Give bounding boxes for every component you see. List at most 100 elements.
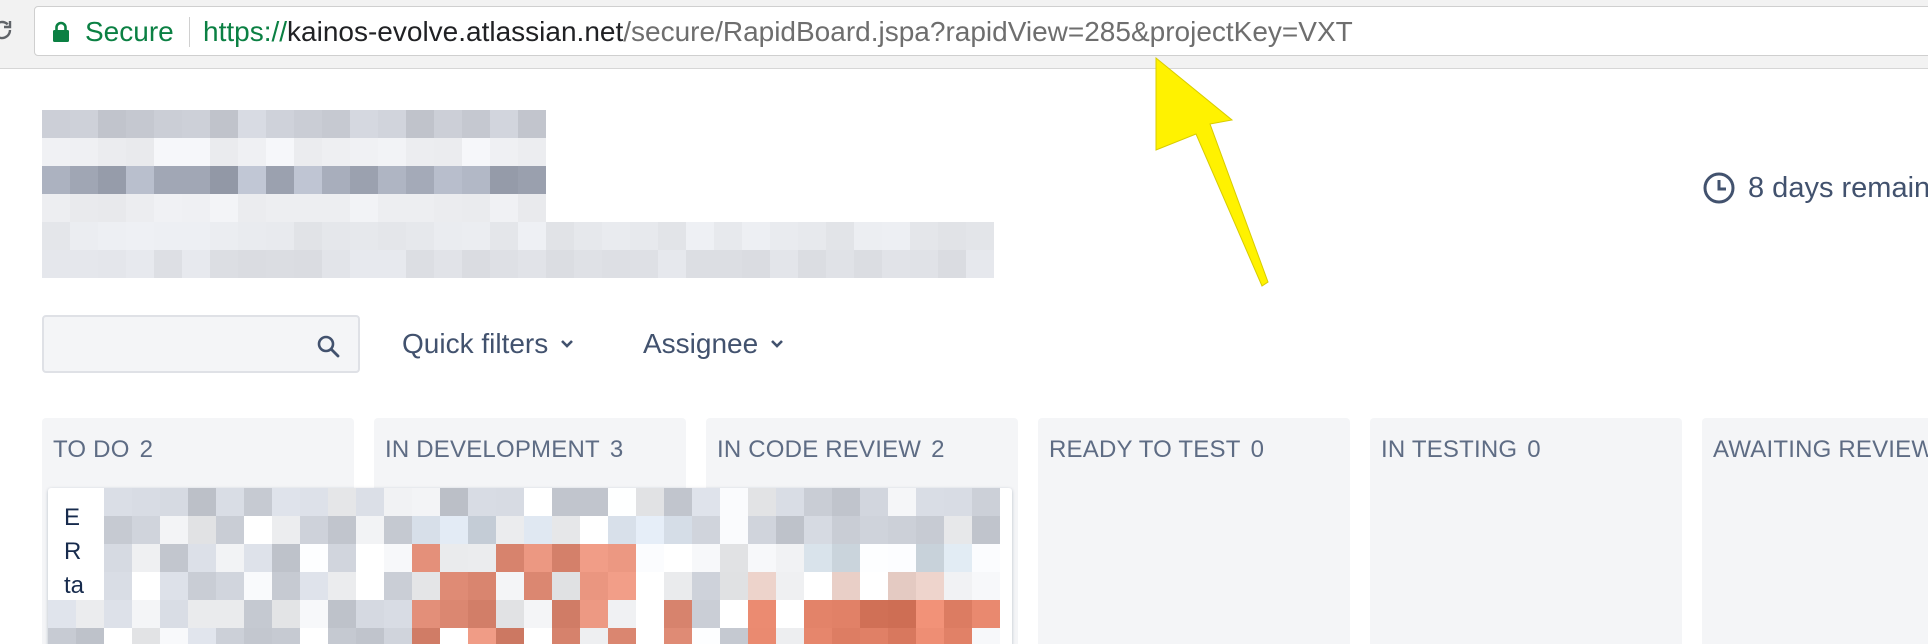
pixel-block bbox=[804, 600, 832, 628]
pixel-block bbox=[468, 516, 496, 544]
pixel-block bbox=[692, 488, 720, 516]
column-count: 3 bbox=[609, 436, 624, 463]
assignee-dropdown[interactable]: Assignee bbox=[643, 320, 784, 368]
pixel-block bbox=[664, 488, 692, 516]
column-title: AWAITING REVIEW bbox=[1713, 436, 1928, 463]
pixel-block bbox=[552, 488, 580, 516]
pixel-block bbox=[42, 194, 70, 222]
pixel-block bbox=[770, 222, 798, 250]
pixel-block bbox=[328, 544, 356, 572]
pixel-block bbox=[496, 628, 524, 644]
pixel-block bbox=[524, 628, 552, 644]
pixel-block bbox=[860, 544, 888, 572]
pixel-block bbox=[350, 138, 378, 166]
pixel-block bbox=[412, 572, 440, 600]
pixel-block bbox=[580, 572, 608, 600]
search-input[interactable] bbox=[54, 325, 308, 365]
pixel-block bbox=[294, 110, 322, 138]
pixel-block bbox=[658, 250, 686, 278]
pixel-block bbox=[406, 138, 434, 166]
pixel-block bbox=[238, 194, 266, 222]
url-text[interactable]: https://kainos-evolve.atlassian.net/secu… bbox=[203, 17, 1353, 47]
pixel-block bbox=[888, 488, 916, 516]
pixel-block bbox=[322, 222, 350, 250]
column-count: 2 bbox=[931, 436, 945, 463]
pixel-block bbox=[70, 194, 98, 222]
pixel-block bbox=[518, 138, 546, 166]
pixel-block bbox=[104, 600, 132, 628]
pixel-block bbox=[966, 250, 994, 278]
search-icon[interactable] bbox=[316, 334, 340, 358]
pixel-block bbox=[720, 544, 748, 572]
pixel-block bbox=[832, 516, 860, 544]
pixel-block bbox=[916, 516, 944, 544]
pixel-block bbox=[328, 628, 356, 644]
pixel-block bbox=[664, 516, 692, 544]
quick-filters-dropdown[interactable]: Quick filters bbox=[402, 320, 574, 368]
pixel-block bbox=[322, 166, 350, 194]
pixel-block bbox=[300, 488, 328, 516]
pixel-block bbox=[440, 628, 468, 644]
pixel-block bbox=[300, 516, 328, 544]
pixelated-board-title bbox=[42, 110, 994, 282]
pixel-block bbox=[860, 600, 888, 628]
pixel-block bbox=[210, 166, 238, 194]
pixel-block bbox=[294, 194, 322, 222]
quick-filters-label: Quick filters bbox=[402, 328, 549, 359]
pixel-block bbox=[328, 488, 356, 516]
pixel-block bbox=[384, 516, 412, 544]
pixel-block bbox=[636, 628, 664, 644]
pixel-block bbox=[210, 110, 238, 138]
pixel-block bbox=[104, 488, 132, 516]
pixel-block bbox=[580, 544, 608, 572]
pixel-block bbox=[664, 572, 692, 600]
pixel-block bbox=[888, 544, 916, 572]
pixel-block bbox=[48, 600, 76, 628]
reload-icon[interactable] bbox=[0, 18, 14, 42]
pixel-block bbox=[748, 628, 776, 644]
pixel-block bbox=[944, 628, 972, 644]
pixel-block bbox=[378, 194, 406, 222]
pixel-block bbox=[720, 516, 748, 544]
pixel-block bbox=[412, 488, 440, 516]
sprint-time-remaining: 8 days remain bbox=[1702, 170, 1928, 206]
pixel-block bbox=[412, 516, 440, 544]
pixel-block bbox=[216, 544, 244, 572]
pixel-block bbox=[406, 250, 434, 278]
pixel-block bbox=[294, 250, 322, 278]
pixel-block bbox=[714, 250, 742, 278]
pixel-block bbox=[300, 544, 328, 572]
pixel-block bbox=[70, 250, 98, 278]
pixel-block bbox=[300, 600, 328, 628]
pixel-block bbox=[300, 628, 328, 644]
pixel-block bbox=[440, 488, 468, 516]
pixel-block bbox=[126, 222, 154, 250]
pixel-block bbox=[384, 628, 412, 644]
pixel-block bbox=[882, 250, 910, 278]
pixel-block bbox=[434, 194, 462, 222]
pixel-block bbox=[266, 222, 294, 250]
pixel-block bbox=[692, 628, 720, 644]
column-title: IN TESTING bbox=[1381, 436, 1518, 463]
pixel-block bbox=[244, 516, 272, 544]
pixel-block bbox=[972, 600, 1000, 628]
pixel-block bbox=[70, 166, 98, 194]
pixel-block bbox=[664, 600, 692, 628]
pixel-block bbox=[524, 572, 552, 600]
pixel-block bbox=[490, 110, 518, 138]
pixel-block bbox=[944, 544, 972, 572]
pixel-block bbox=[608, 488, 636, 516]
pixel-block bbox=[42, 166, 70, 194]
pixel-block bbox=[238, 222, 266, 250]
pixel-block bbox=[328, 572, 356, 600]
card-text-fragment: ta bbox=[64, 572, 85, 599]
pixel-block bbox=[182, 110, 210, 138]
pixel-block bbox=[490, 166, 518, 194]
pixel-block bbox=[188, 572, 216, 600]
issue-cards-pixelated[interactable]: E Rta bbox=[48, 488, 1012, 644]
address-divider bbox=[189, 17, 190, 47]
address-bar[interactable]: Secure https://kainos-evolve.atlassian.n… bbox=[34, 6, 1928, 56]
pixel-block bbox=[238, 138, 266, 166]
board-search[interactable] bbox=[42, 315, 360, 373]
pixel-block bbox=[938, 222, 966, 250]
